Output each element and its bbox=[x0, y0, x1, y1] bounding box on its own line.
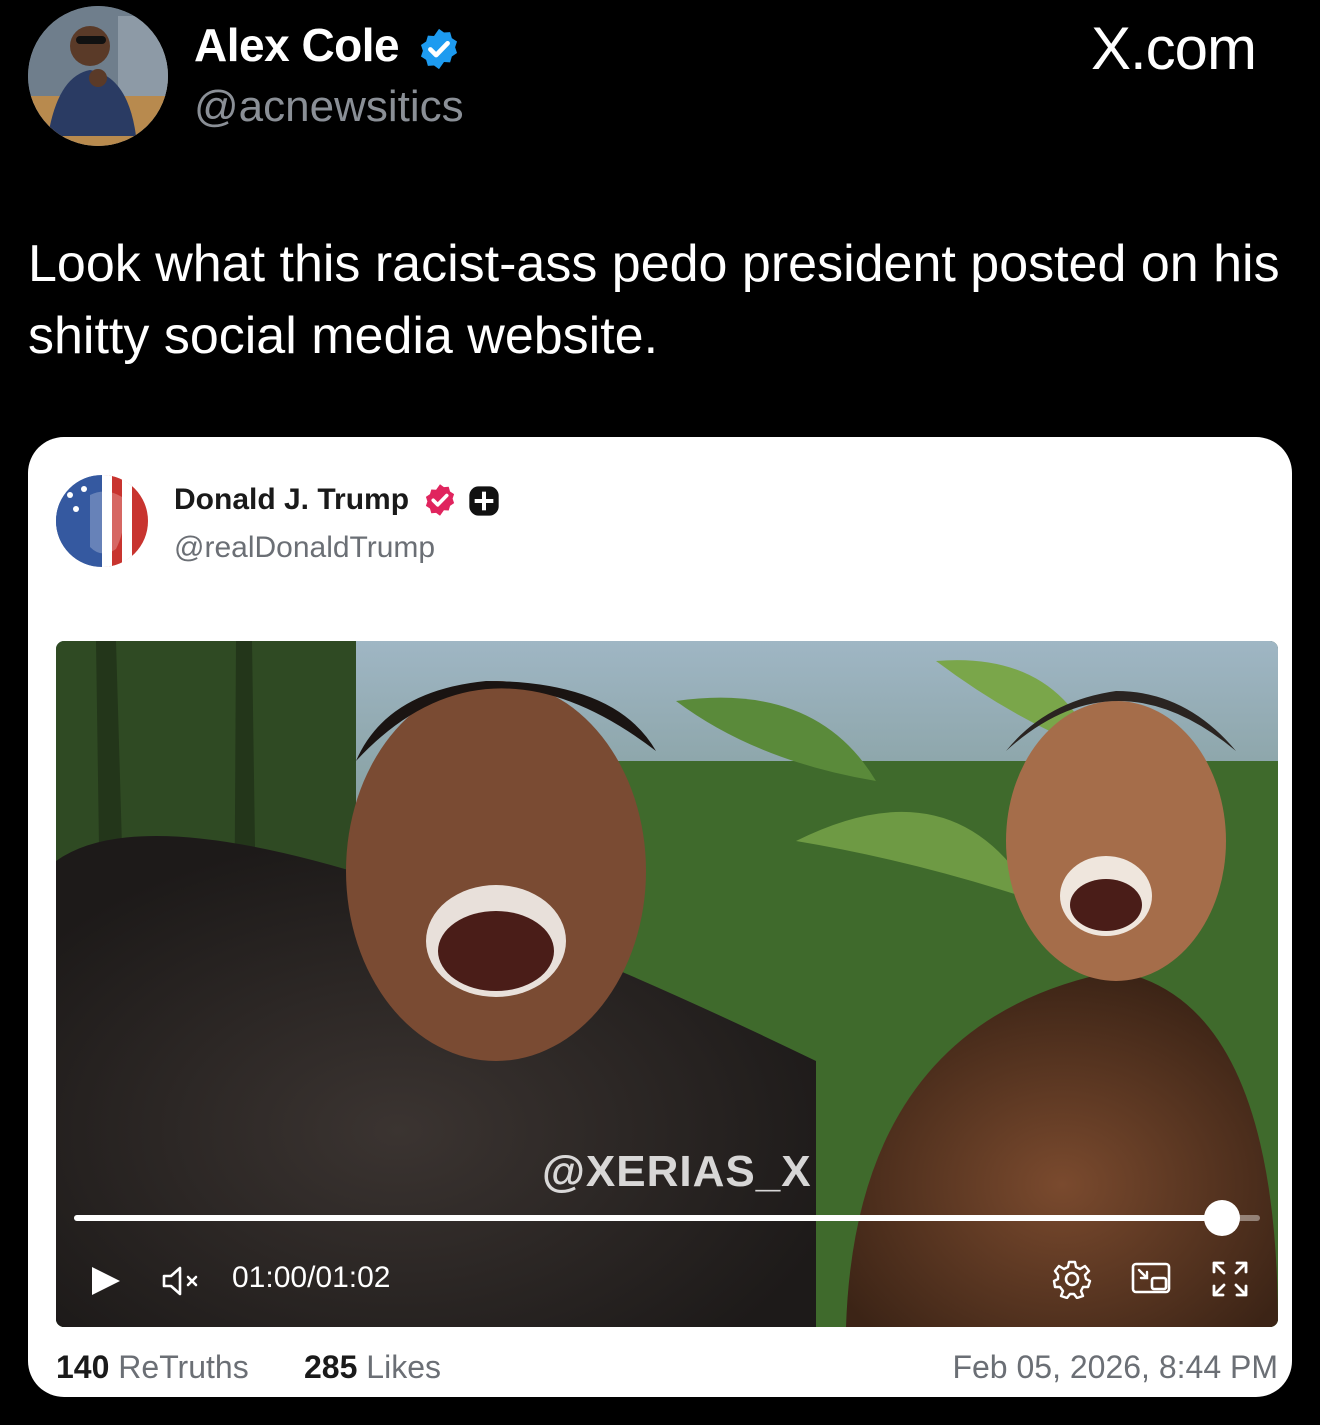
retruths-stat[interactable]: 140 ReTruths bbox=[56, 1349, 249, 1386]
author-handle[interactable]: @acnewsitics bbox=[194, 82, 464, 132]
verified-badge-icon bbox=[425, 484, 455, 516]
embedded-post-card: Donald J. Trump @realDonaldTrump @XERIAS… bbox=[28, 437, 1292, 1397]
plus-badge-icon bbox=[469, 486, 499, 516]
play-icon[interactable] bbox=[86, 1261, 126, 1301]
embedded-author-name[interactable]: Donald J. Trump bbox=[174, 483, 409, 517]
retruths-count: 140 bbox=[56, 1349, 110, 1385]
picture-in-picture-icon[interactable] bbox=[1130, 1261, 1172, 1297]
tweet-text: Look what this racist-ass pedo president… bbox=[28, 235, 1280, 365]
fullscreen-icon[interactable] bbox=[1210, 1259, 1250, 1299]
tweet-header: Alex Cole @acnewsitics X.com bbox=[0, 0, 1320, 160]
retruths-label: ReTruths bbox=[118, 1349, 249, 1385]
video-current-time: 01:00 bbox=[232, 1261, 308, 1294]
video-progress-bar[interactable] bbox=[74, 1200, 1260, 1236]
video-watermark: @XERIAS_X bbox=[542, 1147, 812, 1196]
embedded-author-handle[interactable]: @realDonaldTrump bbox=[174, 531, 435, 565]
video-player[interactable]: @XERIAS_X 01:00/01:02 bbox=[56, 641, 1278, 1327]
brand-logo: X.com bbox=[1090, 15, 1257, 82]
verified-badge-icon bbox=[420, 28, 458, 70]
post-date[interactable]: Feb 05, 2026, 8:44 PM bbox=[952, 1349, 1278, 1386]
video-scrubber-handle[interactable] bbox=[1204, 1200, 1241, 1236]
likes-stat[interactable]: 285 Likes bbox=[304, 1349, 441, 1386]
author-avatar[interactable] bbox=[28, 6, 168, 146]
mute-icon[interactable] bbox=[160, 1261, 204, 1301]
video-progress-fill bbox=[74, 1215, 1223, 1221]
settings-icon[interactable] bbox=[1052, 1259, 1092, 1299]
embedded-author-avatar[interactable] bbox=[56, 475, 148, 567]
author-name[interactable]: Alex Cole bbox=[194, 18, 400, 72]
likes-label: Likes bbox=[366, 1349, 441, 1385]
video-frame bbox=[56, 641, 1278, 1327]
video-duration: 01:02 bbox=[315, 1261, 391, 1294]
video-time: 01:00/01:02 bbox=[232, 1261, 391, 1295]
likes-count: 285 bbox=[304, 1349, 358, 1385]
